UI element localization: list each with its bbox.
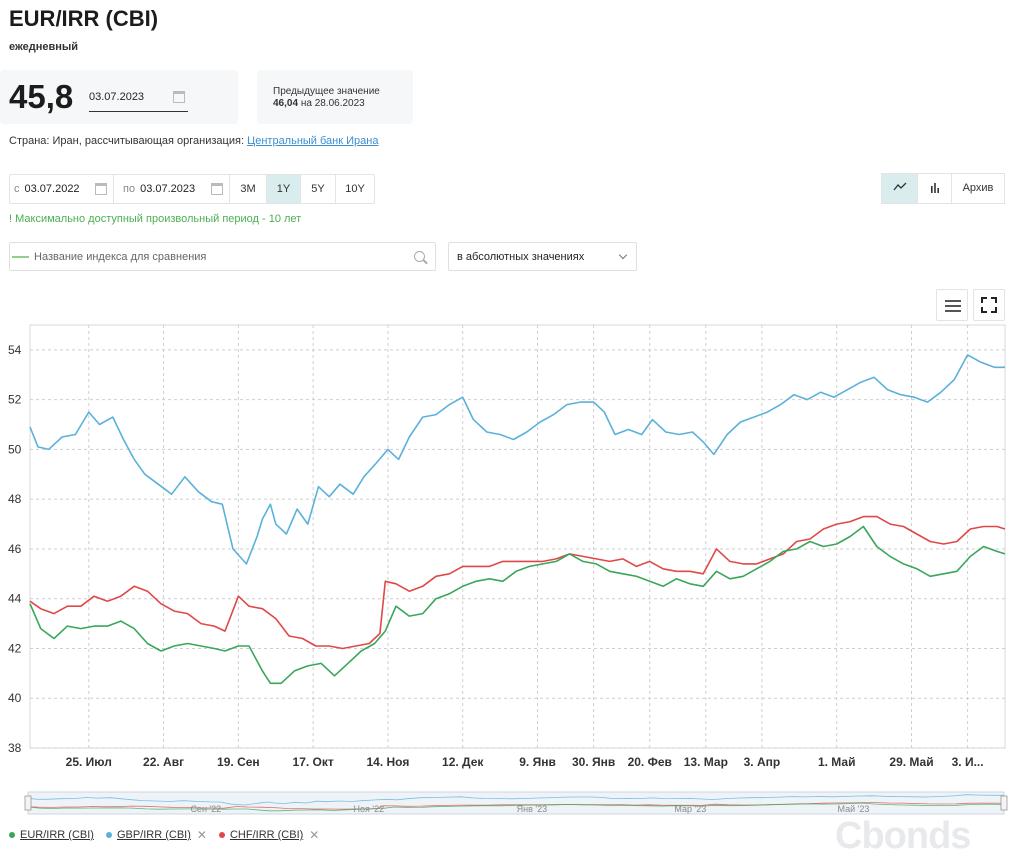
source-text: Страна: Иран, рассчитывающая организация… [9,135,245,147]
compare-index-input[interactable] [34,244,404,269]
x-tick-label: 13. Мар [684,755,728,769]
navigator-label: Янв '23 [517,804,547,814]
chevron-down-icon [618,250,628,260]
calendar-icon[interactable] [211,183,223,195]
line-chart: 38 40 42 44 46 48 50 52 54 25. Июл 22. Авг 19. Сен… [8,324,1008,815]
search-icon[interactable] [414,251,425,262]
y-tick-label: 38 [8,741,22,755]
series-line-gbp [29,354,1005,565]
period-to-prefix: по [123,183,136,195]
series-line-chf [29,515,1006,650]
compare-search [9,242,436,271]
period-to-field[interactable]: по 03.07.2023 [114,175,230,203]
source-info: Страна: Иран, рассчитывающая организация… [9,135,378,147]
calendar-icon[interactable] [173,91,185,103]
previous-value: 46,04 [273,98,299,109]
period-5y-button[interactable]: 5Y [301,175,336,203]
frequency-label: ежедневный [9,41,79,53]
navigator-handle-left [24,795,32,811]
legend-label: GBP/IRR (CBI) [116,829,191,841]
legend-marker [218,832,225,838]
source-link[interactable]: Центральный банк Ирана [247,135,378,147]
chart-legend: EUR/IRR (CBI) GBP/IRR (CBI) ✕ CHF/IRR (C… [9,828,331,842]
period-to-date: 03.07.2023 [140,183,196,195]
view-switcher: Архив [881,173,1005,204]
legend-marker [105,832,112,838]
x-tick-label: 17. Окт [293,755,334,769]
x-tick-label: 19. Сен [217,755,260,769]
archive-button[interactable]: Архив [952,174,1004,203]
bar-chart-icon [930,183,939,193]
y-tick-label: 48 [8,492,22,506]
calendar-icon[interactable] [95,183,107,195]
fullscreen-button[interactable] [973,289,1005,321]
navigator-label: Ноя '22 [354,804,385,814]
current-value-panel: 45,8 03.07.2023 [0,70,238,124]
chart-menu-button[interactable] [936,289,968,321]
x-tick-label: 20. Фев [628,755,672,769]
y-tick-label: 50 [8,442,22,456]
previous-value-label: Предыдущее значение [273,86,380,97]
watermark-logo: Cbonds [835,815,971,857]
navigator-label: Май '23 [838,804,870,814]
legend-label: EUR/IRR (CBI) [20,829,94,841]
close-icon[interactable]: ✕ [197,828,207,842]
line-chart-button[interactable] [882,174,918,203]
period-note: ! Максимально доступный произвольный пер… [9,213,302,225]
series-line-eur [29,525,1006,685]
y-tick-label: 46 [8,542,22,556]
y-tick-label: 44 [8,592,22,606]
value-date-field[interactable]: 03.07.2023 [89,88,188,112]
page-title: EUR/IRR (CBI) [9,6,159,31]
previous-date: 28.06.2023 [314,98,365,109]
previous-value-panel: Предыдущее значение 46,04 на 28.06.2023 [257,70,413,124]
navigator-label: Сен '22 [190,804,221,814]
previous-on-text: на [300,98,312,109]
bar-chart-button[interactable] [918,174,952,203]
compare-series-swatch [12,256,29,258]
period-from-prefix: с [14,183,20,195]
y-tick-label: 54 [8,343,22,357]
navigator-handle-right [1000,795,1008,811]
period-from-field[interactable]: с 03.07.2022 [10,175,114,203]
y-tick-label: 40 [8,691,22,705]
value-mode-text: в абсолютных значениях [457,251,585,263]
x-tick-label: 29. Май [889,755,933,769]
legend-item-gbp[interactable]: GBP/IRR (CBI) ✕ [105,828,207,842]
legend-marker [9,832,15,838]
x-tick-label: 30. Янв [572,755,615,769]
line-chart-icon [892,182,906,191]
x-tick-label: 9. Янв [519,755,556,769]
period-3m-button[interactable]: 3M [230,175,267,203]
legend-label: CHF/IRR (CBI) [229,829,304,841]
y-tick-label: 52 [8,393,22,407]
period-10y-button[interactable]: 10Y [336,175,374,203]
x-tick-label: 14. Ноя [367,755,410,769]
x-tick-label: 1. Май [818,755,856,769]
current-value: 45,8 [9,78,74,115]
x-tick-label: 3. Апр [744,755,781,769]
close-icon[interactable]: ✕ [309,828,319,842]
x-tick-label: 25. Июл [66,755,112,769]
plot-border [29,324,1006,749]
period-selector: с 03.07.2022 по 03.07.2023 3M 1Y 5Y 10Y [9,174,375,204]
legend-item-eur[interactable]: EUR/IRR (CBI) [9,828,94,842]
x-tick-label: 12. Дек [442,755,484,769]
range-navigator[interactable]: Сен '22 Ноя '22 Янв '23 Мар '23 Май '23 [24,791,1008,815]
x-tick-label: 3. И... [952,755,984,769]
value-mode-select[interactable]: в абсолютных значениях [448,242,637,271]
legend-item-chf[interactable]: CHF/IRR (CBI) ✕ [218,828,319,842]
x-tick-label: 22. Авг [143,755,184,769]
y-tick-label: 42 [8,641,22,655]
previous-value-line: 46,04 на 28.06.2023 [273,98,365,109]
navigator-label: Мар '23 [674,804,706,814]
period-1y-button[interactable]: 1Y [267,175,301,203]
value-date-text: 03.07.2023 [89,91,145,103]
period-from-date: 03.07.2022 [24,183,80,195]
